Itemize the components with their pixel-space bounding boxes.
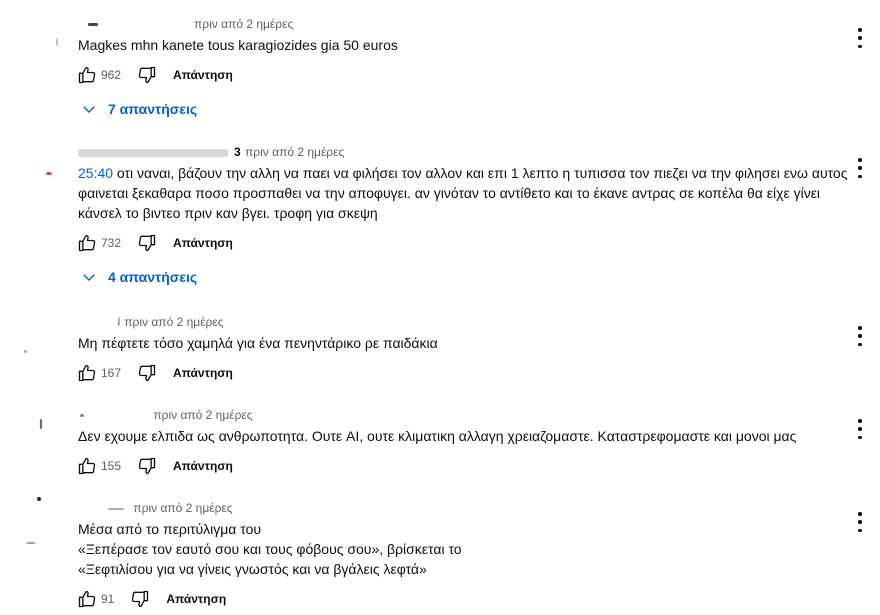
- comment-menu-button[interactable]: [854, 156, 866, 180]
- reply-button[interactable]: Απάντηση: [173, 68, 233, 82]
- comment-time[interactable]: πριν από 2 ημέρες: [124, 315, 223, 329]
- dislike-button[interactable]: [135, 231, 159, 255]
- comment-time[interactable]: πριν από 2 ημέρες: [133, 501, 232, 515]
- comment-line: «Ξεπέρασε τον εαυτό σου και τους φόβους …: [78, 541, 462, 557]
- dot: [858, 166, 862, 170]
- replies-count: 4 απαντήσεις: [108, 269, 198, 285]
- reply-button[interactable]: Απάντηση: [173, 366, 233, 380]
- dot: [858, 174, 862, 178]
- comment-time[interactable]: πριν από 2 ημέρες: [194, 17, 293, 31]
- dot: [858, 512, 862, 516]
- thumbs-down-icon: [138, 66, 156, 84]
- author-name-obscured[interactable]: [78, 148, 228, 157]
- like-count: 155: [101, 459, 122, 473]
- replies-count: 7 απαντήσεις: [108, 101, 198, 117]
- comment-actions: 167 Απάντηση: [75, 361, 880, 385]
- thumbs-down-icon: [138, 234, 156, 252]
- comment-thread: πριν από 2 ημέρες Δεν εχουμε ελπιδα ως α…: [78, 407, 880, 478]
- comment-thread: 3 πριν από 2 ημέρες 25:40 οτι ναναι, βάζ…: [78, 144, 880, 291]
- dot: [858, 36, 862, 40]
- like-button[interactable]: [75, 454, 99, 478]
- dot: [858, 427, 862, 431]
- dot: [858, 435, 862, 439]
- like-button[interactable]: [75, 231, 99, 255]
- comment-text-content: οτι ναναι, βάζουν την αλλη να παει να φι…: [78, 165, 848, 221]
- reply-button[interactable]: Απάντηση: [173, 236, 233, 250]
- like-button[interactable]: [75, 63, 99, 87]
- comment-header: πριν από 2 ημέρες: [78, 407, 880, 423]
- avatar-remnant: [46, 172, 52, 175]
- comment-menu-button[interactable]: [854, 510, 866, 534]
- author-name-obscured[interactable]: [88, 23, 98, 27]
- comment-time[interactable]: πριν από 2 ημέρες: [245, 145, 344, 159]
- comment-menu-button[interactable]: [854, 324, 866, 348]
- dot: [858, 158, 862, 162]
- comment-menu-button[interactable]: [854, 417, 866, 441]
- like-button[interactable]: [75, 361, 99, 385]
- dislike-button[interactable]: [128, 587, 152, 611]
- like-count: 167: [101, 366, 122, 380]
- like-count: 91: [101, 592, 115, 606]
- comment-text: 25:40 οτι ναναι, βάζουν την αλλη να παει…: [78, 163, 848, 223]
- video-timestamp-link[interactable]: 25:40: [78, 165, 113, 181]
- avatar-remnant: [26, 542, 36, 544]
- view-replies-button[interactable]: 4 απαντήσεις: [80, 263, 880, 291]
- avatar-remnant: [37, 497, 41, 501]
- comment-actions: 962 Απάντηση: [75, 63, 880, 87]
- comment-thread: πριν από 2 ημέρες Magkes mhn kanete tous…: [78, 16, 880, 123]
- dot: [858, 28, 862, 32]
- thumbs-down-icon: [132, 590, 149, 608]
- thumbs-up-icon: [78, 457, 96, 475]
- view-replies-button[interactable]: 7 απαντήσεις: [80, 95, 880, 123]
- author-name-obscured[interactable]: [108, 507, 124, 510]
- dislike-button[interactable]: [135, 361, 159, 385]
- avatar-remnant: [24, 350, 27, 353]
- dot: [858, 528, 862, 532]
- author-name-fragment[interactable]: 3: [234, 144, 242, 160]
- comment-menu-button[interactable]: [854, 26, 866, 50]
- comment-text: Μη πέφτετε τόσο χαμηλά για ένα πενηντάρι…: [78, 335, 438, 351]
- comment-line: Μέσα από το περιτύλιγμα του: [78, 521, 262, 537]
- comment-actions: 91 Απάντηση: [75, 587, 880, 611]
- comment-header: πριν από 2 ημέρες: [78, 16, 880, 32]
- author-name-obscured[interactable]: [80, 414, 84, 418]
- avatar-remnant: [56, 38, 58, 46]
- thumbs-up-icon: [78, 234, 96, 252]
- comment-text: Magkes mhn kanete tous karagiozides gia …: [78, 37, 398, 53]
- like-button[interactable]: [75, 587, 99, 611]
- comment-thread: ʲ πριν από 2 ημέρες Μη πέφτετε τόσο χαμη…: [78, 314, 880, 385]
- like-count: 732: [101, 236, 122, 250]
- dislike-button[interactable]: [135, 454, 159, 478]
- dot: [858, 419, 862, 423]
- dot: [858, 326, 862, 330]
- reply-button[interactable]: Απάντηση: [173, 459, 233, 473]
- comment-text: Μέσα από το περιτύλιγμα του «Ξεπέρασε το…: [78, 519, 848, 579]
- thumbs-up-icon: [78, 590, 96, 608]
- chevron-down-icon: [83, 106, 95, 113]
- comment-time[interactable]: πριν από 2 ημέρες: [153, 408, 252, 422]
- comment-line: «Ξεφτιλίσου για να γίνεις γνωστός και να…: [78, 561, 427, 577]
- like-count: 962: [101, 68, 122, 82]
- thumbs-up-icon: [78, 66, 96, 84]
- dot: [858, 334, 862, 338]
- reply-button[interactable]: Απάντηση: [166, 592, 226, 606]
- comment-text: Δεν εχουμε ελπιδα ως ανθρωποτητα. Ουτε A…: [78, 428, 797, 444]
- chevron-down-icon: [83, 274, 95, 281]
- comment-actions: 155 Απάντηση: [75, 454, 880, 478]
- thumbs-up-icon: [78, 364, 96, 382]
- comment-header: ʲ πριν από 2 ημέρες: [78, 314, 880, 330]
- thumbs-down-icon: [138, 457, 156, 475]
- dot: [858, 342, 862, 346]
- comment-header: πριν από 2 ημέρες: [78, 500, 880, 516]
- avatar-remnant: [40, 419, 42, 429]
- dot: [858, 520, 862, 524]
- thumbs-down-icon: [138, 364, 156, 382]
- dot: [858, 44, 862, 48]
- comment-thread: πριν από 2 ημέρες Μέσα από το περιτύλιγμ…: [78, 500, 880, 611]
- comment-header: 3 πριν από 2 ημέρες: [78, 144, 880, 160]
- author-name-obscured[interactable]: ʲ: [118, 314, 121, 330]
- dislike-button[interactable]: [135, 63, 159, 87]
- comment-actions: 732 Απάντηση: [75, 231, 880, 255]
